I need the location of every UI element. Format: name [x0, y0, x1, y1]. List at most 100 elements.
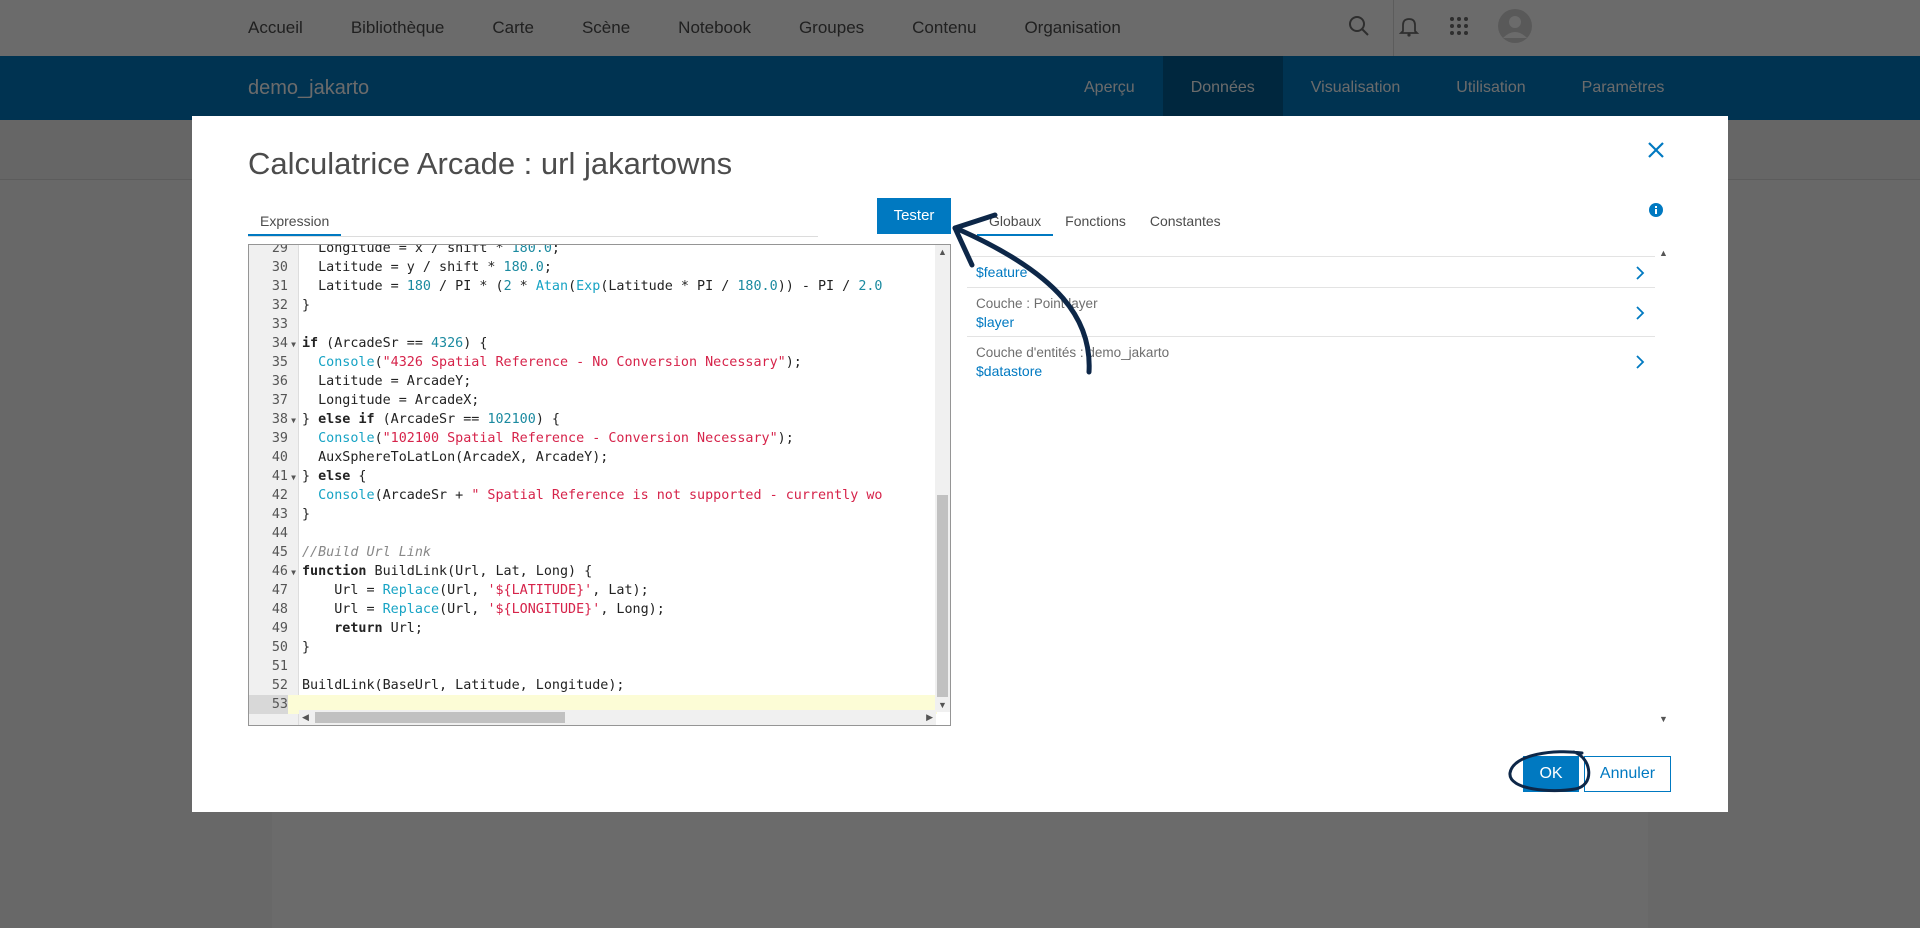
code-line[interactable]: 50} [249, 638, 937, 657]
line-number: 35 [271, 355, 288, 370]
code-line[interactable]: 30 Latitude = y / shift * 180.0; [249, 258, 937, 277]
global-item[interactable]: Couche d'entités : demo_jakarto $datastor… [967, 336, 1655, 385]
scroll-down-icon[interactable]: ▼ [1659, 714, 1668, 724]
tab-expression[interactable]: Expression [248, 206, 342, 236]
code-line[interactable]: 47 Url = Replace(Url, '${LATITUDE}', Lat… [249, 581, 937, 600]
code-line[interactable]: 39 Console("102100 Spatial Reference - C… [249, 429, 937, 448]
ok-button[interactable]: OK [1523, 756, 1579, 792]
code-text: } else { [302, 469, 367, 484]
code-lines[interactable]: 29 Longitude = x / shift * 180.0; 30 Lati… [249, 244, 937, 714]
line-number: 29 [271, 244, 288, 256]
code-text: return Url; [334, 621, 423, 636]
helper-tab-1[interactable]: Fonctions [1053, 206, 1138, 236]
code-text: BuildLink(BaseUrl, Latitude, Longitude); [302, 678, 625, 693]
code-line[interactable]: 51 [249, 657, 937, 676]
line-number: 31 [271, 279, 288, 294]
line-number: 48 [271, 602, 288, 617]
line-number: 51 [271, 659, 288, 674]
code-line[interactable]: 37 Longitude = ArcadeX; [249, 391, 937, 410]
info-icon[interactable] [1648, 202, 1664, 218]
scroll-left-icon[interactable]: ◀ [302, 712, 309, 723]
code-line[interactable]: 52 BuildLink(BaseUrl, Latitude, Longitude… [249, 676, 937, 695]
code-text: Latitude = y / shift * 180.0; [302, 260, 552, 275]
scroll-down-icon[interactable]: ▼ [938, 700, 947, 710]
chevron-right-icon[interactable] [1633, 305, 1647, 320]
line-number: 33 [271, 317, 288, 332]
horizontal-scroll-thumb[interactable] [315, 712, 565, 723]
code-text: } [302, 640, 311, 655]
globals-list: ▲ ▼ $feature Couche : Point layer $layer Co… [967, 246, 1671, 726]
scroll-up-icon[interactable]: ▲ [1659, 248, 1668, 258]
global-item-value: $datastore [976, 363, 1043, 379]
code-line[interactable]: 31 Latitude = 180 / PI * (2 * Atan(Exp(L… [249, 277, 937, 296]
code-text: } [302, 507, 311, 522]
test-button[interactable]: Tester [877, 198, 951, 234]
global-item[interactable]: $feature [967, 256, 1655, 287]
helper-tab-0[interactable]: Globaux [977, 206, 1054, 236]
helper-tabs: Globaux Fonctions Constantes [977, 206, 1233, 236]
fold-arrow-icon[interactable]: ▼ [288, 563, 299, 582]
code-line[interactable]: 35 Console("4326 Spatial Reference - No … [249, 353, 937, 372]
code-line[interactable]: 32} [249, 296, 937, 315]
line-number: 36 [271, 374, 288, 389]
fold-arrow-icon[interactable]: ▼ [288, 468, 299, 487]
line-number: 30 [271, 260, 288, 275]
global-item[interactable]: Couche : Point layer $layer [967, 287, 1655, 336]
code-line[interactable]: 38 ▼} else if (ArcadeSr == 102100) { [249, 410, 937, 429]
code-line[interactable]: 48 Url = Replace(Url, '${LONGITUDE}', Lo… [249, 600, 937, 619]
code-text: Url = Replace(Url, '${LONGITUDE}', Long)… [302, 602, 665, 617]
line-number: 41 [271, 469, 288, 484]
close-icon[interactable] [1644, 138, 1668, 162]
editor-vertical-scrollbar[interactable]: ▲ ▼ [935, 245, 950, 712]
fold-arrow-icon[interactable]: ▼ [288, 335, 299, 354]
dialog-title: Calculatrice Arcade : url jakartowns [248, 146, 733, 181]
code-editor[interactable]: 29 Longitude = x / shift * 180.0; 30 Lati… [248, 244, 951, 726]
code-line[interactable]: 34 ▼ if (ArcadeSr == 4326) { [249, 334, 937, 353]
code-line[interactable]: 49 return Url; [249, 619, 937, 638]
global-item-value: $layer [976, 314, 1015, 330]
vertical-scroll-thumb[interactable] [937, 495, 948, 697]
scroll-right-icon[interactable]: ▶ [926, 712, 933, 723]
globals-scrollbar[interactable]: ▲ ▼ [1655, 246, 1671, 726]
line-number: 50 [271, 640, 288, 655]
code-line[interactable]: 29 Longitude = x / shift * 180.0; [249, 244, 937, 258]
code-line[interactable]: 33 [249, 315, 937, 334]
scroll-up-icon[interactable]: ▲ [938, 247, 947, 257]
code-text: Longitude = ArcadeX; [302, 393, 480, 408]
code-text: Latitude = 180 / PI * (2 * Atan(Exp(Lati… [302, 279, 883, 294]
code-text: function BuildLink(Url, Lat, Long) { [302, 564, 593, 579]
code-text: AuxSphereToLatLon(ArcadeX, ArcadeY); [302, 450, 609, 465]
line-number: 38 [271, 412, 288, 427]
line-number: 45 [271, 545, 288, 560]
fold-arrow-icon[interactable]: ▼ [288, 411, 299, 430]
code-line[interactable]: 36 Latitude = ArcadeY; [249, 372, 937, 391]
code-line[interactable]: 44 [249, 524, 937, 543]
code-line[interactable]: 46 ▼ function BuildLink(Url, Lat, Long) { [249, 562, 937, 581]
code-line[interactable]: 41 ▼} else { [249, 467, 937, 486]
chevron-right-icon[interactable] [1633, 354, 1647, 369]
chevron-right-icon[interactable] [1633, 265, 1647, 280]
code-text: } [302, 298, 311, 313]
line-number: 49 [271, 621, 288, 636]
line-number: 39 [271, 431, 288, 446]
global-item-label: Couche : Point layer [976, 296, 1098, 311]
code-line[interactable]: 40 AuxSphereToLatLon(ArcadeX, ArcadeY); [249, 448, 937, 467]
code-line[interactable]: 42 Console(ArcadeSr + " Spatial Referenc… [249, 486, 937, 505]
line-number: 53 [249, 695, 288, 714]
line-number: 46 [271, 564, 288, 579]
code-text: Latitude = ArcadeY; [302, 374, 472, 389]
helper-tab-2[interactable]: Constantes [1138, 206, 1233, 236]
cancel-button[interactable]: Annuler [1584, 756, 1671, 792]
code-text: Longitude = x / shift * 180.0; [302, 244, 560, 256]
tab-underline [248, 236, 818, 237]
code-line[interactable]: 43} [249, 505, 937, 524]
code-line[interactable]: 45 //Build Url Link [249, 543, 937, 562]
line-number: 42 [271, 488, 288, 503]
code-text: } else if (ArcadeSr == 102100) { [302, 412, 560, 427]
line-number: 37 [271, 393, 288, 408]
editor-horizontal-scrollbar[interactable]: ◀ ▶ [299, 710, 936, 725]
code-text: Url = Replace(Url, '${LATITUDE}', Lat); [302, 583, 649, 598]
line-number: 32 [271, 298, 288, 313]
